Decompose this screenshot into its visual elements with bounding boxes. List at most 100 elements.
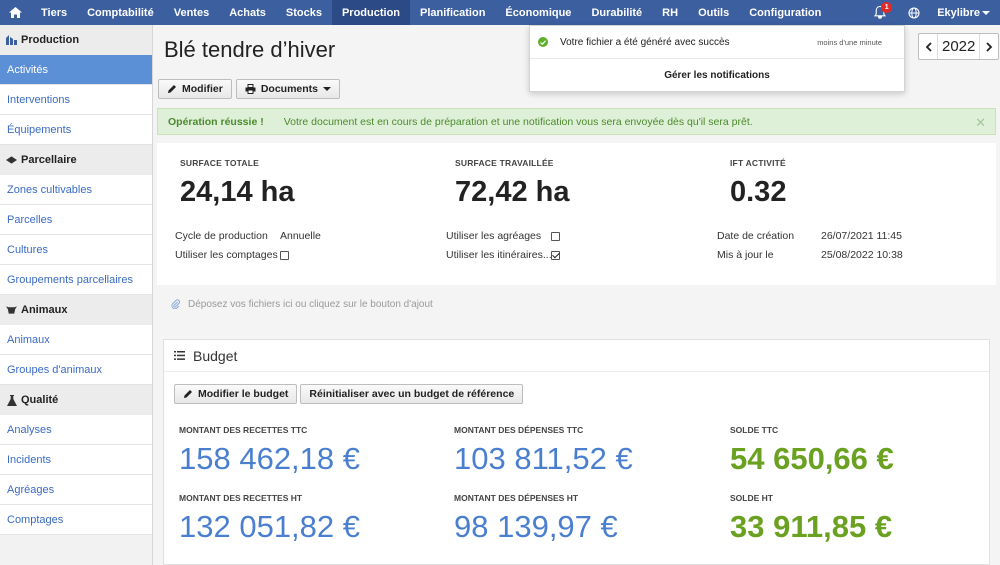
agreages-checkbox[interactable] bbox=[551, 232, 560, 241]
chevron-left-icon bbox=[925, 41, 932, 52]
sidebar-item-parcelles[interactable]: Parcelles bbox=[0, 205, 152, 235]
notification-message: Votre fichier a été généré avec succès bbox=[560, 36, 730, 48]
notification-count-badge: 1 bbox=[881, 2, 893, 13]
sidebar-section-title: Production bbox=[21, 34, 80, 46]
nav-stocks[interactable]: Stocks bbox=[276, 0, 332, 25]
nav-tiers[interactable]: Tiers bbox=[31, 0, 77, 25]
sidebar-item-activites[interactable]: Activités bbox=[0, 55, 152, 85]
nav-durabilite[interactable]: Durabilité bbox=[581, 0, 652, 25]
manage-notifications-link[interactable]: Gérer les notifications bbox=[530, 59, 904, 92]
print-icon bbox=[245, 84, 256, 94]
stat-label-surface-totale: SURFACE TOTALE bbox=[180, 158, 259, 168]
sidebar-item-zones-cultivables[interactable]: Zones cultivables bbox=[0, 175, 152, 205]
budget-title: Budget bbox=[193, 347, 238, 364]
sidebar-section-production: Production bbox=[0, 25, 152, 55]
edit-budget-label: Modifier le budget bbox=[198, 388, 289, 400]
updated-label: Mis à jour le bbox=[717, 249, 774, 261]
user-menu[interactable]: Ekylibre bbox=[931, 0, 1000, 25]
list-icon bbox=[174, 351, 185, 360]
budget-panel: Budget Modifier le budget Réinitialiser … bbox=[163, 339, 990, 565]
pencil-icon bbox=[184, 390, 192, 398]
land-icon bbox=[6, 155, 17, 166]
stat-label-surface-travaillee: SURFACE TRAVAILLÉE bbox=[455, 158, 554, 168]
updated-value: 25/08/2022 10:38 bbox=[821, 249, 903, 261]
nav-planification[interactable]: Planification bbox=[410, 0, 495, 25]
check-circle-icon bbox=[538, 37, 548, 47]
budget-value-depenses-ttc: 103 811,52 € bbox=[454, 441, 633, 476]
year-selector: 2022 bbox=[918, 33, 1000, 60]
notifications-button[interactable]: 1 bbox=[863, 0, 897, 25]
sidebar-item-interventions[interactable]: Interventions bbox=[0, 85, 152, 115]
sidebar-item-analyses[interactable]: Analyses bbox=[0, 415, 152, 445]
sidebar-item-incidents[interactable]: Incidents bbox=[0, 445, 152, 475]
caret-down-icon bbox=[982, 10, 990, 15]
itineraires-checkbox[interactable] bbox=[551, 251, 560, 260]
sidebar-item-equipements[interactable]: Équipements bbox=[0, 115, 152, 145]
dropzone-text: Déposez vos fichiers ici ou cliquez sur … bbox=[188, 298, 433, 310]
nav-outils[interactable]: Outils bbox=[688, 0, 739, 25]
budget-label-solde-ht: SOLDE HT bbox=[730, 493, 773, 503]
documents-button-label: Documents bbox=[260, 83, 319, 95]
agreages-label: Utiliser les agréages bbox=[446, 230, 542, 242]
created-label: Date de création bbox=[717, 230, 795, 242]
language-button[interactable] bbox=[897, 0, 931, 25]
home-button[interactable] bbox=[0, 0, 31, 25]
itineraires-label: Utiliser les itinéraires... bbox=[446, 249, 552, 261]
budget-value-solde-ttc: 54 650,66 € bbox=[730, 441, 894, 476]
counts-checkbox[interactable] bbox=[280, 251, 289, 260]
edit-button-label: Modifier bbox=[182, 83, 223, 95]
reset-budget-button[interactable]: Réinitialiser avec un budget de référenc… bbox=[300, 384, 524, 404]
nav-economique[interactable]: Économique bbox=[495, 0, 581, 25]
stat-value-surface-totale: 24,14 ha bbox=[180, 176, 295, 208]
nav-production[interactable]: Production bbox=[331, 0, 411, 25]
nav-comptabilite[interactable]: Comptabilité bbox=[77, 0, 164, 25]
sidebar-item-groupes-animaux[interactable]: Groupes d'animaux bbox=[0, 355, 152, 385]
nav-ventes[interactable]: Ventes bbox=[164, 0, 219, 25]
budget-value-recettes-ttc: 158 462,18 € bbox=[179, 441, 361, 476]
budget-label-solde-ttc: SOLDE TTC bbox=[730, 425, 779, 435]
sidebar-section-animaux: Animaux bbox=[0, 295, 152, 325]
sidebar-item-agreages[interactable]: Agréages bbox=[0, 475, 152, 505]
cow-icon bbox=[6, 305, 17, 316]
page-title: Blé tendre d’hiver bbox=[164, 37, 336, 62]
top-navigation: Tiers Comptabilité Ventes Achats Stocks … bbox=[0, 0, 1000, 25]
chevron-right-icon bbox=[986, 41, 993, 52]
sidebar-section-qualite: Qualité bbox=[0, 385, 152, 415]
sidebar-section-parcellaire: Parcellaire bbox=[0, 145, 152, 175]
created-value: 26/07/2021 11:45 bbox=[821, 230, 902, 242]
current-year: 2022 bbox=[937, 34, 981, 59]
home-icon bbox=[9, 7, 22, 18]
close-alert-button[interactable]: ✕ bbox=[975, 115, 986, 131]
caret-down-icon bbox=[323, 86, 332, 91]
edit-button[interactable]: Modifier bbox=[158, 79, 232, 99]
previous-year-button[interactable] bbox=[919, 34, 937, 59]
page-toolbar: Modifier Documents bbox=[158, 79, 341, 99]
sidebar-section-title: Parcellaire bbox=[21, 154, 77, 166]
documents-button[interactable]: Documents bbox=[235, 79, 341, 99]
edit-budget-button[interactable]: Modifier le budget bbox=[174, 384, 298, 404]
notifications-dropdown: Votre fichier a été généré avec succès m… bbox=[529, 25, 905, 92]
notification-item[interactable]: Votre fichier a été généré avec succès m… bbox=[530, 26, 904, 59]
sidebar-item-groupements[interactable]: Groupements parcellaires bbox=[0, 265, 152, 295]
sidebar-item-cultures[interactable]: Cultures bbox=[0, 235, 152, 265]
nav-configuration[interactable]: Configuration bbox=[739, 0, 831, 25]
budget-value-solde-ht: 33 911,85 € bbox=[730, 509, 893, 544]
sidebar-item-animaux[interactable]: Animaux bbox=[0, 325, 152, 355]
alert-title: Opération réussie ! bbox=[168, 115, 264, 128]
nav-rh[interactable]: RH bbox=[652, 0, 688, 25]
sidebar-item-comptages[interactable]: Comptages bbox=[0, 505, 152, 535]
budget-label-depenses-ht: MONTANT DES DÉPENSES HT bbox=[454, 493, 579, 503]
stat-value-surface-travaillee: 72,42 ha bbox=[455, 176, 570, 208]
paperclip-icon bbox=[171, 299, 180, 309]
activity-summary: SURFACE TOTALE 24,14 ha SURFACE TRAVAILL… bbox=[157, 143, 996, 285]
sidebar-section-title: Qualité bbox=[21, 394, 59, 406]
nav-achats[interactable]: Achats bbox=[219, 0, 276, 25]
production-icon bbox=[6, 35, 17, 46]
globe-icon bbox=[908, 6, 920, 19]
next-year-button[interactable] bbox=[980, 34, 998, 59]
cycle-label: Cycle de production bbox=[175, 230, 268, 242]
counts-label: Utiliser les comptages bbox=[175, 249, 278, 261]
budget-value-recettes-ht: 132 051,82 € bbox=[179, 509, 361, 544]
budget-label-recettes-ht: MONTANT DES RECETTES HT bbox=[179, 493, 303, 503]
file-dropzone[interactable]: Déposez vos fichiers ici ou cliquez sur … bbox=[157, 287, 996, 321]
